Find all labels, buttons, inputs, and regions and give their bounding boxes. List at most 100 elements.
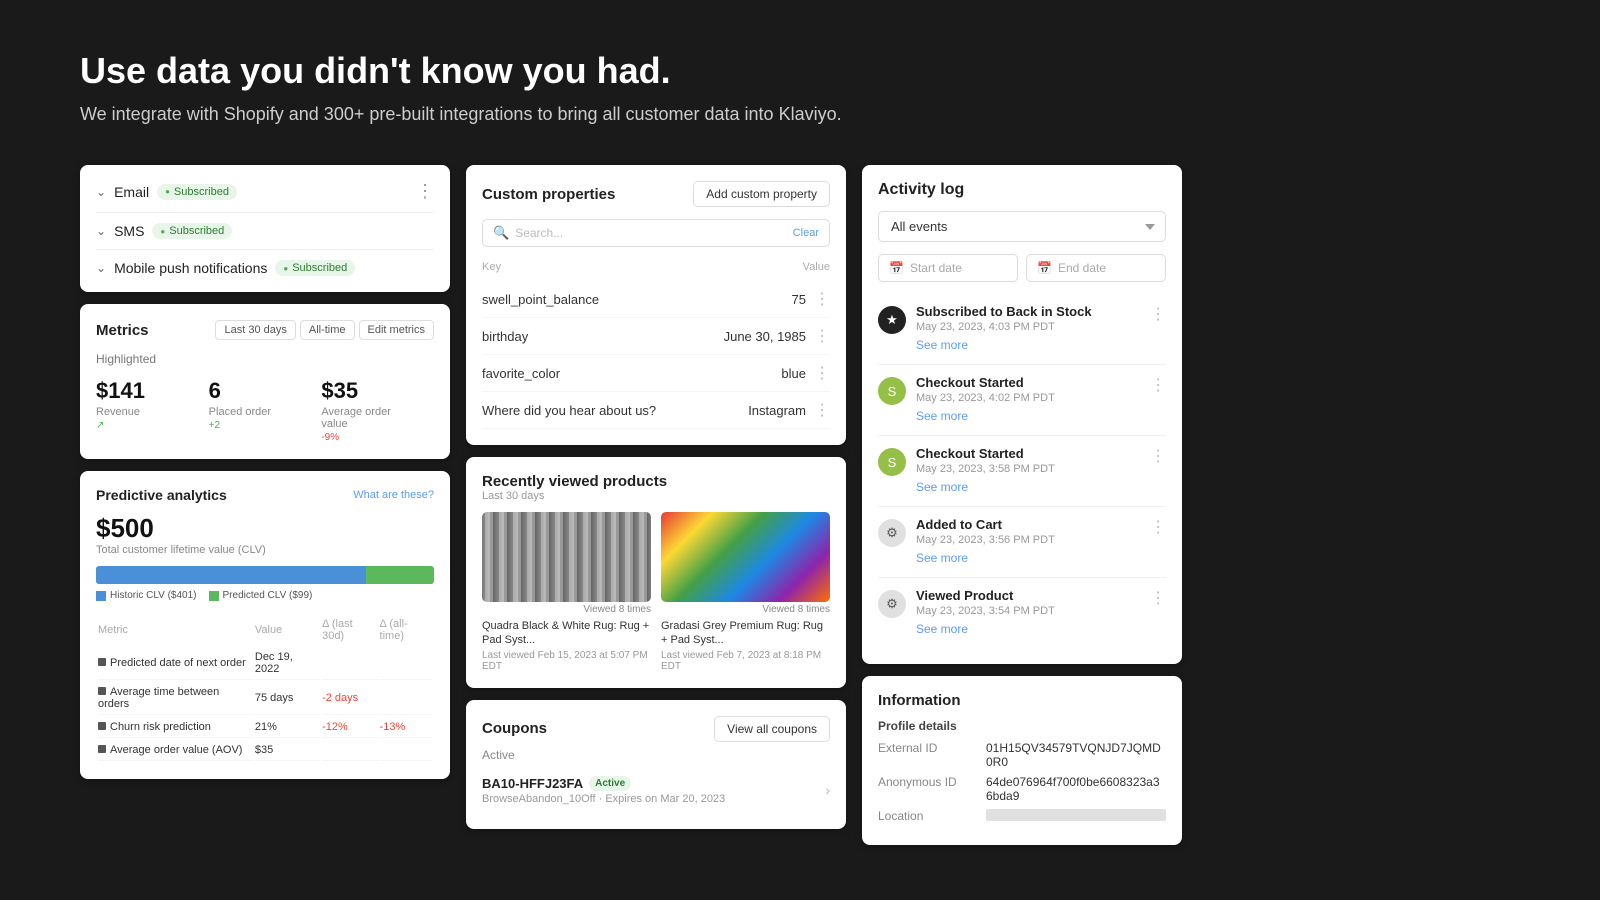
- sub-label-email: Email: [114, 184, 149, 200]
- pred-cell-d30-1: -2 days: [322, 682, 377, 715]
- calendar-icon-start: 📅: [889, 261, 904, 275]
- metric-value-revenue: $141: [96, 378, 193, 404]
- metric-value-placed: 6: [209, 378, 306, 404]
- view-all-coupons-button[interactable]: View all coupons: [714, 716, 830, 742]
- clv-bar-blue: [96, 566, 366, 584]
- al-see-more-0[interactable]: See more: [916, 338, 968, 352]
- pred-cell-label-2: Churn risk prediction: [98, 717, 253, 738]
- clear-button[interactable]: Clear: [793, 227, 819, 239]
- al-event-title-3: Added to Cart: [916, 517, 1140, 532]
- al-see-more-1[interactable]: See more: [916, 409, 968, 423]
- pred-th-value: Value: [255, 615, 320, 645]
- info-key-1: Anonymous ID: [878, 775, 978, 789]
- activity-log-card: Activity log All events 📅 Start date 📅 E…: [862, 165, 1182, 664]
- right-panel: Activity log All events 📅 Start date 📅 E…: [862, 165, 1182, 845]
- metric-revenue: $141 Revenue ↗: [96, 378, 209, 443]
- metric-aov: $35 Average order value -9%: [321, 378, 434, 443]
- cp-col-value: Value: [803, 261, 830, 273]
- badge-sms: Subscribed: [152, 223, 232, 239]
- info-key-2: Location: [878, 809, 978, 823]
- start-date-input[interactable]: 📅 Start date: [878, 254, 1018, 282]
- info-row-2: Location: [878, 809, 1166, 823]
- search-icon: 🔍: [493, 225, 509, 241]
- pred-cell-value-0: Dec 19, 2022: [255, 647, 320, 680]
- al-event-4: ⚙ Viewed Product May 23, 2023, 3:54 PM P…: [878, 578, 1166, 648]
- al-event-menu-4[interactable]: ⋮: [1150, 588, 1166, 608]
- coupon-active-badge-0: Active: [589, 776, 631, 791]
- al-event-menu-1[interactable]: ⋮: [1150, 375, 1166, 395]
- al-event-1: S Checkout Started May 23, 2023, 4:02 PM…: [878, 365, 1166, 436]
- coupon-row-0: BA10-HFFJ23FA Active BrowseAbandon_10Off…: [482, 768, 830, 813]
- al-event-menu-0[interactable]: ⋮: [1150, 304, 1166, 324]
- end-date-input[interactable]: 📅 End date: [1026, 254, 1166, 282]
- pred-th-d30: Δ (last 30d): [322, 615, 377, 645]
- al-event-title-0: Subscribed to Back in Stock: [916, 304, 1140, 319]
- cp-row-2: favorite_color blue ⋮: [482, 355, 830, 392]
- hero-subtitle: We integrate with Shopify and 300+ pre-b…: [80, 104, 1520, 125]
- btn-alltime[interactable]: All-time: [300, 320, 355, 340]
- chevron-icon-sms: ⌄: [96, 224, 106, 238]
- sub-item-email: ⌄ Email Subscribed ⋮: [96, 171, 434, 213]
- info-row-1: Anonymous ID 64de076964f700f0be6608323a3…: [878, 775, 1166, 803]
- sub-label-sms: SMS: [114, 223, 144, 239]
- events-filter-select[interactable]: All events: [878, 211, 1166, 242]
- clv-bar: [96, 566, 434, 584]
- pred-cell-dall-3: [380, 740, 432, 761]
- pred-cell-d30-0: [322, 647, 377, 680]
- profile-details-label: Profile details: [878, 719, 1166, 733]
- info-row-0: External ID 01H15QV34579TVQNJD7JQMD0R0: [878, 741, 1166, 769]
- cp-row-1: birthday June 30, 1985 ⋮: [482, 318, 830, 355]
- coupon-detail-0: BrowseAbandon_10Off · Expires on Mar 20,…: [482, 793, 725, 805]
- al-event-icon-0: ★: [878, 306, 906, 334]
- pred-cell-value-1: 75 days: [255, 682, 320, 715]
- al-event-3: ⚙ Added to Cart May 23, 2023, 3:56 PM PD…: [878, 507, 1166, 578]
- search-input-fake: Search...: [515, 226, 787, 240]
- coupon-active-label: Active: [482, 748, 830, 762]
- cp-dots-0[interactable]: ⋮: [814, 289, 830, 309]
- al-see-more-4[interactable]: See more: [916, 622, 968, 636]
- al-see-more-3[interactable]: See more: [916, 551, 968, 565]
- cp-value-0: 75: [792, 292, 806, 307]
- metrics-card: Metrics Last 30 days All-time Edit metri…: [80, 304, 450, 459]
- search-row[interactable]: 🔍 Search... Clear: [482, 219, 830, 247]
- cp-row-0: swell_point_balance 75 ⋮: [482, 281, 830, 318]
- cp-dots-1[interactable]: ⋮: [814, 326, 830, 346]
- badge-push: Subscribed: [275, 260, 355, 276]
- pred-cell-label-0: Predicted date of next order: [98, 647, 253, 680]
- al-event-time-0: May 23, 2023, 4:03 PM PDT: [916, 321, 1140, 333]
- product-last-view-1: Last viewed Feb 7, 2023 at 8:18 PM EDT: [661, 650, 830, 672]
- btn-edit-metrics[interactable]: Edit metrics: [359, 320, 434, 340]
- legend-predicted: Predicted CLV ($99): [209, 590, 313, 601]
- dots-email[interactable]: ⋮: [416, 181, 434, 202]
- cp-value-1: June 30, 1985: [724, 329, 806, 344]
- al-event-time-1: May 23, 2023, 4:02 PM PDT: [916, 392, 1140, 404]
- metric-label-placed: Placed order: [209, 406, 306, 418]
- pred-cell-d30-2: -12%: [322, 717, 377, 738]
- cp-row-3: Where did you hear about us? Instagram ⋮: [482, 392, 830, 429]
- what-are-these-link[interactable]: What are these?: [353, 489, 434, 501]
- rvp-item-1: Viewed 8 times Gradasi Grey Premium Rug:…: [661, 512, 830, 672]
- metric-placed: 6 Placed order +2: [209, 378, 322, 443]
- information-title: Information: [878, 692, 1166, 709]
- pred-row-1: Average time between orders 75 days -2 d…: [98, 682, 432, 715]
- pred-th-metric: Metric: [98, 615, 253, 645]
- al-event-menu-2[interactable]: ⋮: [1150, 446, 1166, 466]
- coupons-title: Coupons: [482, 720, 547, 737]
- btn-last30[interactable]: Last 30 days: [215, 320, 295, 340]
- pred-table: Metric Value Δ (last 30d) Δ (all-time) P…: [96, 613, 434, 763]
- al-event-menu-3[interactable]: ⋮: [1150, 517, 1166, 537]
- info-key-0: External ID: [878, 741, 978, 755]
- add-custom-property-button[interactable]: Add custom property: [693, 181, 830, 207]
- al-event-icon-4: ⚙: [878, 590, 906, 618]
- cp-dots-3[interactable]: ⋮: [814, 400, 830, 420]
- rvp-title: Recently viewed products: [482, 473, 830, 490]
- coupon-code-0: BA10-HFFJ23FA: [482, 776, 583, 791]
- pred-cell-dall-1: [380, 682, 432, 715]
- al-event-title-2: Checkout Started: [916, 446, 1140, 461]
- al-event-title-1: Checkout Started: [916, 375, 1140, 390]
- cp-dots-2[interactable]: ⋮: [814, 363, 830, 383]
- al-see-more-2[interactable]: See more: [916, 480, 968, 494]
- pred-title: Predictive analytics: [96, 487, 227, 503]
- product-name-1: Gradasi Grey Premium Rug: Rug + Pad Syst…: [661, 619, 830, 648]
- left-panel: ⌄ Email Subscribed ⋮ ⌄ SMS Subscribed ⌄ …: [80, 165, 450, 779]
